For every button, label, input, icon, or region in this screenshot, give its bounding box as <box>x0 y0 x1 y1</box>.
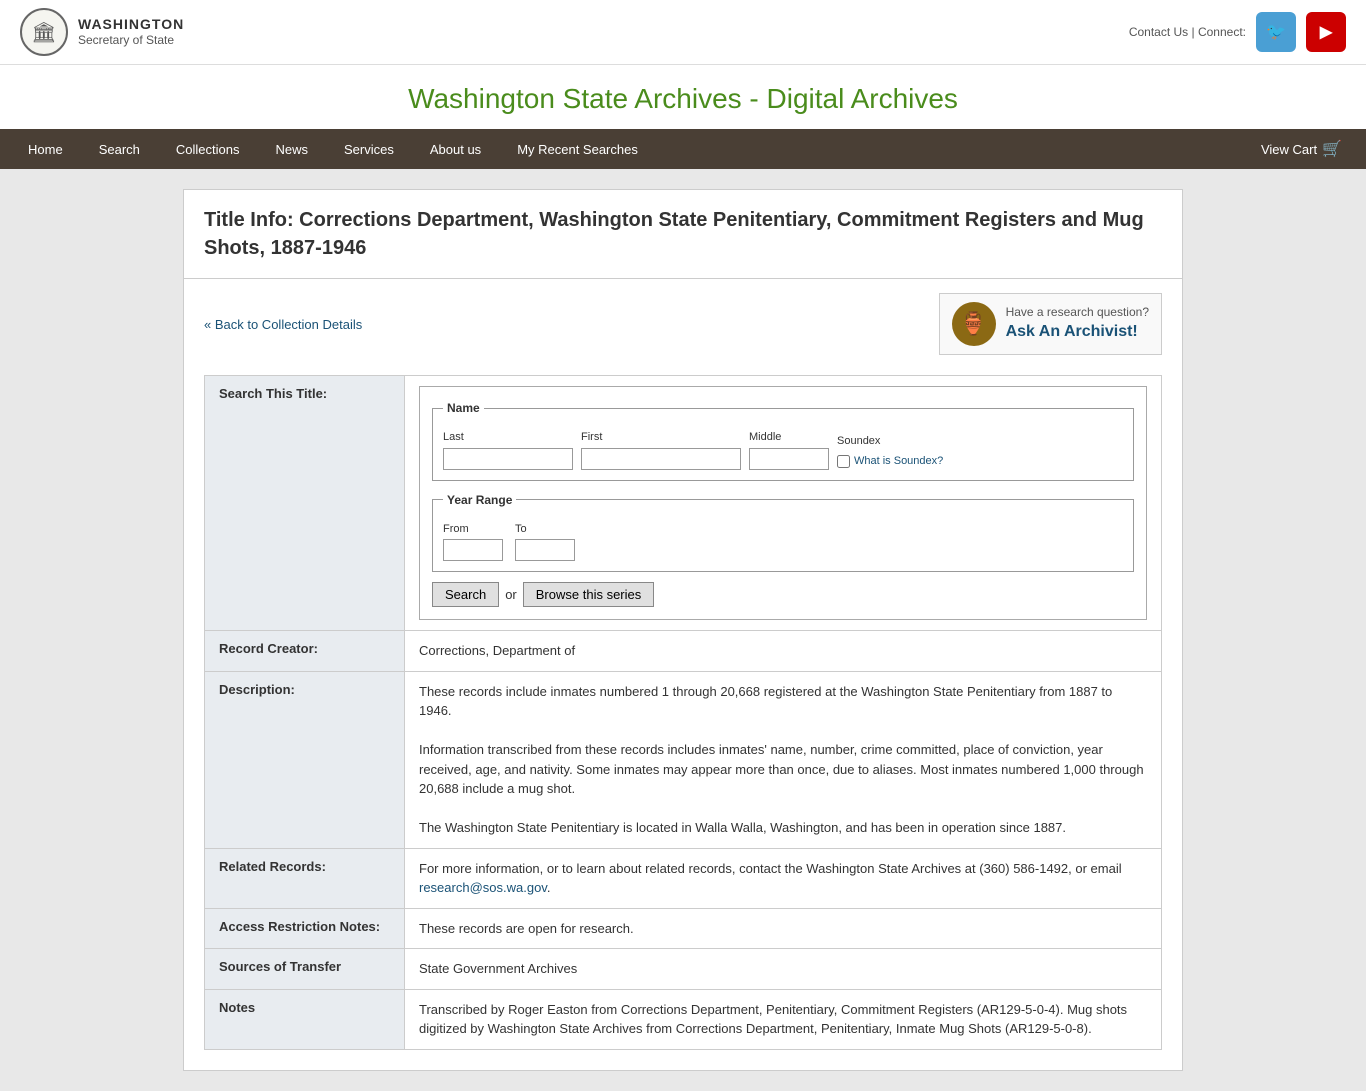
archivist-icon: 🏺 <box>952 302 996 346</box>
notes-value: Transcribed by Roger Easton from Correct… <box>405 989 1162 1049</box>
description-p1: These records include inmates numbered 1… <box>419 682 1147 721</box>
description-label: Description: <box>205 671 405 848</box>
description-p3: The Washington State Penitentiary is loc… <box>419 818 1147 838</box>
nav-home[interactable]: Home <box>10 132 81 167</box>
soundex-checkbox[interactable] <box>837 455 850 468</box>
secretary-label: Secretary of State <box>78 33 184 47</box>
top-header: 🏛 WASHINGTON Secretary of State Contact … <box>0 0 1366 65</box>
nav-items: Home Search Collections News Services Ab… <box>10 132 1247 167</box>
search-buttons: Search or Browse this series <box>432 582 1134 607</box>
site-title-bar: Washington State Archives - Digital Arch… <box>0 65 1366 129</box>
related-records-period: . <box>547 880 551 895</box>
table-row-record-creator: Record Creator: Corrections, Department … <box>205 631 1162 672</box>
cart-icon: 🛒 <box>1322 139 1342 159</box>
record-creator-value: Corrections, Department of <box>405 631 1162 672</box>
or-text: or <box>505 585 517 605</box>
last-name-label: Last <box>443 429 573 446</box>
access-restriction-label: Access Restriction Notes: <box>205 908 405 949</box>
first-name-group: First <box>581 429 741 470</box>
logo-text: WASHINGTON Secretary of State <box>78 16 184 47</box>
view-cart-label: View Cart <box>1261 142 1317 157</box>
view-cart-button[interactable]: View Cart 🛒 <box>1247 129 1356 169</box>
from-label: From <box>443 521 503 538</box>
sources-transfer-label: Sources of Transfer <box>205 949 405 990</box>
twitter-button[interactable]: 🐦 <box>1256 12 1296 52</box>
table-row-search: Search This Title: Name Last <box>205 376 1162 631</box>
table-row-notes: Notes Transcribed by Roger Easton from C… <box>205 989 1162 1049</box>
info-table: Search This Title: Name Last <box>204 375 1162 1050</box>
description-value: These records include inmates numbered 1… <box>405 671 1162 848</box>
soundex-link[interactable]: What is Soundex? <box>854 453 943 470</box>
table-row-related-records: Related Records: For more information, o… <box>205 848 1162 908</box>
nav-services[interactable]: Services <box>326 132 412 167</box>
state-name: WASHINGTON <box>78 16 184 33</box>
soundex-group: Soundex What is Soundex? <box>837 433 943 470</box>
from-year-group: From <box>443 521 503 562</box>
year-range-fieldset: Year Range From To <box>432 491 1134 573</box>
first-name-label: First <box>581 429 741 446</box>
nav-news[interactable]: News <box>257 132 326 167</box>
archivist-question: Have a research question? <box>1006 304 1149 321</box>
last-name-input[interactable] <box>443 448 573 470</box>
search-title-label: Search This Title: <box>205 376 405 631</box>
nav-bar: Home Search Collections News Services Ab… <box>0 129 1366 169</box>
table-row-sources-transfer: Sources of Transfer State Government Arc… <box>205 949 1162 990</box>
access-restriction-value: These records are open for research. <box>405 908 1162 949</box>
search-title-value: Name Last First <box>405 376 1162 631</box>
logo-area: 🏛 WASHINGTON Secretary of State <box>20 8 184 56</box>
to-year-group: To <box>515 521 575 562</box>
page-title: Title Info: Corrections Department, Wash… <box>204 206 1162 262</box>
to-year-input[interactable] <box>515 539 575 561</box>
nav-search[interactable]: Search <box>81 132 158 167</box>
state-seal-icon: 🏛 <box>20 8 68 56</box>
record-creator-label: Record Creator: <box>205 631 405 672</box>
search-form-area: Name Last First <box>419 386 1147 620</box>
table-row-description: Description: These records include inmat… <box>205 671 1162 848</box>
middle-name-input[interactable] <box>749 448 829 470</box>
main-content: Title Info: Corrections Department, Wash… <box>183 189 1183 1071</box>
from-year-input[interactable] <box>443 539 503 561</box>
search-button[interactable]: Search <box>432 582 499 607</box>
youtube-button[interactable]: ▶ <box>1306 12 1346 52</box>
name-legend: Name <box>443 399 484 417</box>
notes-label: Notes <box>205 989 405 1049</box>
nav-about[interactable]: About us <box>412 132 499 167</box>
archivist-text: Have a research question? Ask An Archivi… <box>1006 304 1149 343</box>
table-row-access-restriction: Access Restriction Notes: These records … <box>205 908 1162 949</box>
nav-recent-searches[interactable]: My Recent Searches <box>499 132 656 167</box>
description-p2: Information transcribed from these recor… <box>419 740 1147 799</box>
related-records-text: For more information, or to learn about … <box>419 861 1122 876</box>
email-link[interactable]: research@sos.wa.gov <box>419 880 547 895</box>
to-label: To <box>515 521 575 538</box>
back-row: « Back to Collection Details 🏺 Have a re… <box>204 279 1162 365</box>
related-records-label: Related Records: <box>205 848 405 908</box>
soundex-label: Soundex <box>837 433 943 450</box>
middle-name-label: Middle <box>749 429 829 446</box>
browse-series-button[interactable]: Browse this series <box>523 582 654 607</box>
year-legend: Year Range <box>443 491 516 509</box>
name-fields: Last First Middle <box>443 429 1123 470</box>
contact-connect-text: Contact Us | Connect: <box>1129 25 1246 39</box>
nav-collections[interactable]: Collections <box>158 132 258 167</box>
related-records-value: For more information, or to learn about … <box>405 848 1162 908</box>
first-name-input[interactable] <box>581 448 741 470</box>
back-to-collection-link[interactable]: « Back to Collection Details <box>204 317 362 332</box>
ask-archivist-link[interactable]: Ask An Archivist! <box>1006 321 1149 343</box>
archivist-box: 🏺 Have a research question? Ask An Archi… <box>939 293 1162 355</box>
middle-name-group: Middle <box>749 429 829 470</box>
year-fields: From To <box>443 521 1123 562</box>
sources-transfer-value: State Government Archives <box>405 949 1162 990</box>
header-right: Contact Us | Connect: 🐦 ▶ <box>1129 12 1346 52</box>
last-name-group: Last <box>443 429 573 470</box>
name-fieldset: Name Last First <box>432 399 1134 481</box>
content-area: « Back to Collection Details 🏺 Have a re… <box>184 279 1182 1070</box>
soundex-check: What is Soundex? <box>837 453 943 470</box>
site-title: Washington State Archives - Digital Arch… <box>0 83 1366 115</box>
page-title-bar: Title Info: Corrections Department, Wash… <box>184 190 1182 279</box>
